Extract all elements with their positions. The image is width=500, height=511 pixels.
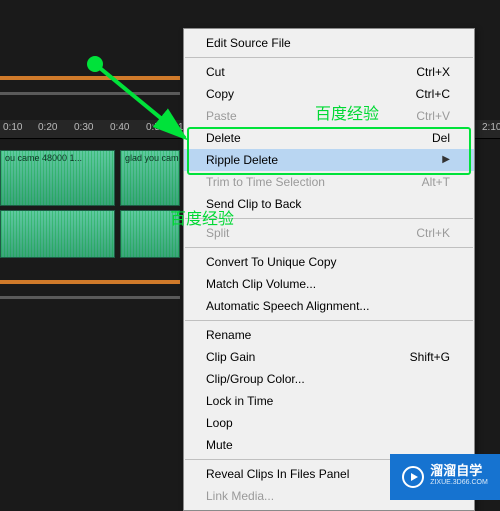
ruler-tick: 0:40 xyxy=(110,122,129,133)
menu-item-match-vol[interactable]: Match Clip Volume... xyxy=(184,273,474,295)
menu-item-label: Convert To Unique Copy xyxy=(206,254,337,270)
logo-subtitle: ZIXUE.3D66.COM xyxy=(430,477,488,489)
menu-item-clip-color[interactable]: Clip/Group Color... xyxy=(184,368,474,390)
menu-item-ripple-delete[interactable]: Ripple Delete ▶ xyxy=(184,149,474,171)
menu-item-label: Split xyxy=(206,225,229,241)
audio-clip[interactable]: ou came 48000 1... xyxy=(0,150,115,206)
menu-item-rename[interactable]: Rename xyxy=(184,324,474,346)
menu-item-shortcut: Ctrl+V xyxy=(416,108,450,124)
menu-item-shortcut: Ctrl+C xyxy=(416,86,450,102)
play-circle-icon xyxy=(402,466,424,488)
menu-item-label: Ripple Delete xyxy=(206,152,278,168)
menu-item-shortcut: Alt+T xyxy=(422,174,450,190)
menu-item-delete[interactable]: Delete Del xyxy=(184,127,474,149)
menu-separator xyxy=(185,320,473,321)
context-menu: Edit Source File Cut Ctrl+X Copy Ctrl+C Paste… xyxy=(183,28,475,511)
menu-separator xyxy=(185,247,473,248)
ruler-tick: 0:50 xyxy=(146,122,165,133)
audio-clip-lower[interactable] xyxy=(120,210,180,258)
menu-item-trim: Trim to Time Selection Alt+T xyxy=(184,171,474,193)
menu-item-auto-speech[interactable]: Automatic Speech Alignment... xyxy=(184,295,474,317)
timeline-marker-row xyxy=(0,296,180,299)
logo-title: 溜溜自学 xyxy=(430,465,488,477)
menu-item-label: Loop xyxy=(206,415,233,431)
menu-item-label: Rename xyxy=(206,327,251,343)
menu-item-shortcut: Ctrl+X xyxy=(416,64,450,80)
menu-item-label: Cut xyxy=(206,64,225,80)
timeline-marker-row xyxy=(0,92,180,95)
menu-item-lock[interactable]: Lock in Time xyxy=(184,390,474,412)
menu-item-split: Split Ctrl+K xyxy=(184,222,474,244)
menu-separator xyxy=(185,57,473,58)
menu-item-label: Link Media... xyxy=(206,488,274,504)
site-logo: 溜溜自学 ZIXUE.3D66.COM xyxy=(390,454,500,500)
menu-item-label: Edit Source File xyxy=(206,35,291,51)
menu-item-clip-gain[interactable]: Clip Gain Shift+G xyxy=(184,346,474,368)
submenu-arrow-icon: ▶ xyxy=(442,152,450,168)
ruler-tick: 2:10 xyxy=(482,122,500,133)
menu-item-copy[interactable]: Copy Ctrl+C xyxy=(184,83,474,105)
menu-item-label: Send Clip to Back xyxy=(206,196,301,212)
menu-item-label: Clip/Group Color... xyxy=(206,371,305,387)
menu-item-shortcut: Ctrl+K xyxy=(416,225,450,241)
ruler-tick: 0:10 xyxy=(3,122,22,133)
menu-item-shortcut: Del xyxy=(432,130,450,146)
ruler-tick: 0:20 xyxy=(38,122,57,133)
timeline-region xyxy=(0,280,180,284)
menu-item-label: Paste xyxy=(206,108,237,124)
menu-item-label: Automatic Speech Alignment... xyxy=(206,298,369,314)
menu-item-mute[interactable]: Mute xyxy=(184,434,474,456)
menu-item-label: Delete xyxy=(206,130,241,146)
menu-item-label: Copy xyxy=(206,86,234,102)
menu-item-send-back[interactable]: Send Clip to Back xyxy=(184,193,474,215)
menu-item-edit-source[interactable]: Edit Source File xyxy=(184,32,474,54)
ruler-tick: 0:30 xyxy=(74,122,93,133)
menu-item-label: Lock in Time xyxy=(206,393,273,409)
menu-item-loop[interactable]: Loop xyxy=(184,412,474,434)
menu-item-label: Match Clip Volume... xyxy=(206,276,316,292)
menu-item-cut[interactable]: Cut Ctrl+X xyxy=(184,61,474,83)
timeline-region xyxy=(0,76,180,80)
audio-clip[interactable]: glad you came xyxy=(120,150,180,206)
menu-item-label: Clip Gain xyxy=(206,349,255,365)
menu-item-label: Reveal Clips In Files Panel xyxy=(206,466,349,482)
menu-item-shortcut: Shift+G xyxy=(410,349,450,365)
menu-item-convert[interactable]: Convert To Unique Copy xyxy=(184,251,474,273)
audio-clip-lower[interactable] xyxy=(0,210,115,258)
menu-item-paste: Paste Ctrl+V xyxy=(184,105,474,127)
menu-item-label: Trim to Time Selection xyxy=(206,174,325,190)
menu-item-label: Mute xyxy=(206,437,233,453)
menu-separator xyxy=(185,218,473,219)
